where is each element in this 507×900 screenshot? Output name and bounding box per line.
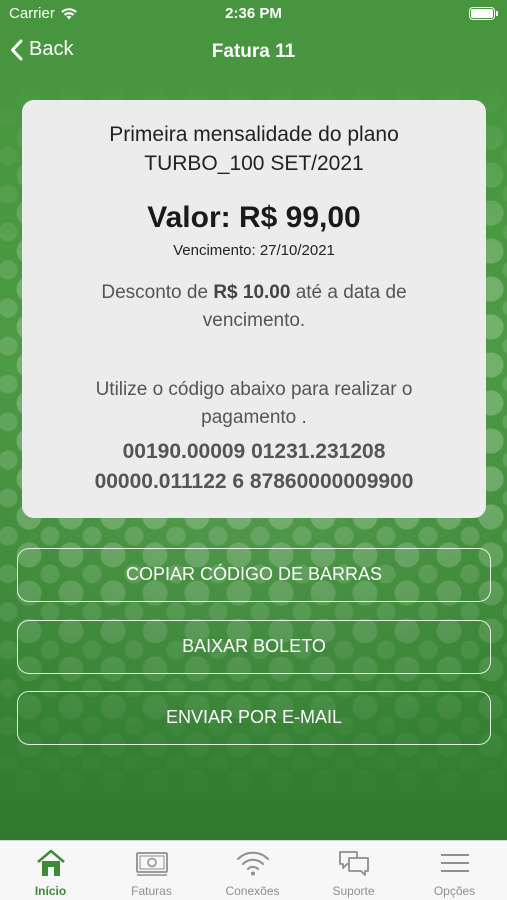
wifi-icon xyxy=(237,851,269,876)
invoice-amount: Valor: R$ 99,00 xyxy=(147,201,361,234)
invoice-card: Primeira mensalidade do plano TURBO_100 … xyxy=(22,100,486,518)
battery-icon xyxy=(469,7,498,20)
tab-options[interactable]: Opções xyxy=(404,841,505,900)
tab-invoices-label: Faturas xyxy=(131,884,172,898)
barcode-line1: 00190.00009 01231.231208 xyxy=(122,440,386,463)
tab-options-label: Opções xyxy=(433,884,476,898)
download-slip-button[interactable]: BAIXAR BOLETO xyxy=(17,620,491,674)
home-icon xyxy=(37,849,65,876)
tab-invoices[interactable]: Faturas xyxy=(101,841,202,900)
tab-support[interactable]: Suporte xyxy=(303,841,404,900)
discount-value: R$ 10.00 xyxy=(213,282,291,303)
due-date: Vencimento: 27/10/2021 xyxy=(173,242,335,259)
copy-barcode-button[interactable]: COPIAR CÓDIGO DE BARRAS xyxy=(17,548,491,602)
tab-bar: Início Faturas Conexões Suporte Opções xyxy=(0,840,507,900)
page-title: Fatura 11 xyxy=(211,41,296,62)
plan-description: Primeira mensalidade do plano TURBO_100 … xyxy=(32,120,476,178)
tab-connections-label: Conexões xyxy=(225,884,280,898)
payment-instruction: Utilize o código abaixo para realizar o … xyxy=(95,379,413,428)
plan-description-line1: Primeira mensalidade do plano xyxy=(109,123,399,146)
bill-icon xyxy=(136,852,168,876)
status-time: 2:36 PM xyxy=(225,5,282,22)
barcode-number[interactable]: 00190.00009 01231.231208 00000.011122 6 … xyxy=(22,437,486,497)
tab-connections[interactable]: Conexões xyxy=(202,841,303,900)
send-email-button[interactable]: ENVIAR POR E-MAIL xyxy=(17,691,491,745)
tab-support-label: Suporte xyxy=(332,884,375,898)
menu-icon xyxy=(441,854,469,872)
status-bar: Carrier 2:36 PM xyxy=(0,0,507,28)
chat-icon xyxy=(339,851,369,876)
tab-home[interactable]: Início xyxy=(0,841,101,900)
plan-description-line2: TURBO_100 SET/2021 xyxy=(144,152,364,175)
tab-home-label: Início xyxy=(34,884,67,898)
barcode-line2: 00000.011122 6 87860000009900 xyxy=(94,470,414,493)
navigation-bar: Back Fatura 11 xyxy=(0,28,507,78)
discount-text: Desconto de R$ 10.00 até a data de venci… xyxy=(62,279,446,335)
discount-prefix: Desconto de xyxy=(101,282,214,303)
